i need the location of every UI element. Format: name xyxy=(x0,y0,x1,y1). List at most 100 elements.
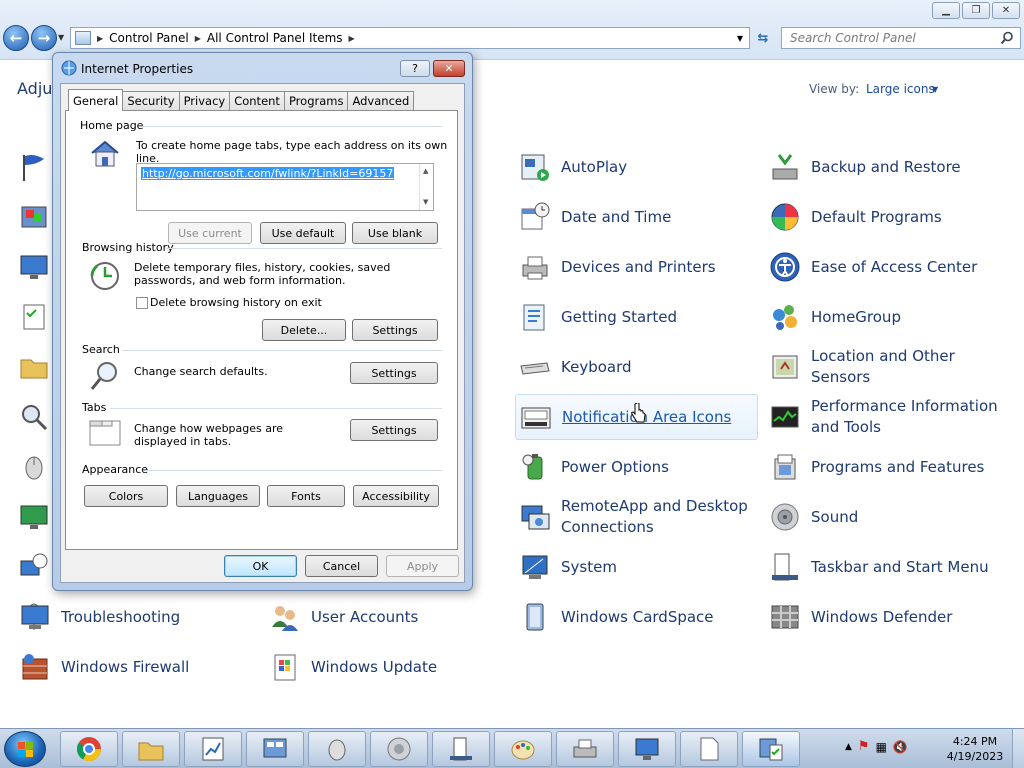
back-button[interactable]: ← xyxy=(3,25,29,51)
address-bar[interactable]: ▶ Control Panel ▶ All Control Panel Item… xyxy=(70,27,750,49)
cancel-button[interactable]: Cancel xyxy=(305,555,378,577)
taskbar-sound[interactable] xyxy=(370,731,428,767)
region-clock-icon[interactable] xyxy=(18,551,50,583)
scroll-down-icon[interactable]: ▼ xyxy=(423,198,428,206)
colors-button[interactable]: Colors xyxy=(84,485,168,507)
cp-item-windows-defender[interactable]: Windows Defender xyxy=(765,594,1005,640)
taskbar-control-panel[interactable] xyxy=(246,731,304,767)
breadcrumb-all-items[interactable]: All Control Panel Items xyxy=(207,31,343,45)
cp-item-keyboard[interactable]: Keyboard xyxy=(515,344,755,390)
delete-on-exit-label[interactable]: Delete browsing history on exit xyxy=(150,296,322,309)
taskbar-chrome[interactable] xyxy=(60,731,118,767)
taskbar-mouse[interactable] xyxy=(308,731,366,767)
history-settings-button[interactable]: Settings xyxy=(352,319,438,341)
cp-item-ease-of-access[interactable]: Ease of Access Center xyxy=(765,244,1005,290)
taskbar-clock[interactable]: 4:24 PM 4/19/2023 xyxy=(940,734,1010,764)
accessibility-button[interactable]: Accessibility xyxy=(353,485,439,507)
cp-item-windows-firewall[interactable]: Windows Firewall xyxy=(15,644,255,690)
cp-item-cardspace[interactable]: Windows CardSpace xyxy=(515,594,755,640)
taskbar-server[interactable] xyxy=(432,731,490,767)
personalization-icon[interactable] xyxy=(18,501,50,533)
color-management-icon[interactable] xyxy=(18,201,50,233)
restore-button[interactable]: ❐ xyxy=(962,2,990,19)
taskbar-printer[interactable] xyxy=(556,731,614,767)
show-desktop-button[interactable] xyxy=(1012,729,1024,768)
taskbar-document[interactable] xyxy=(680,731,738,767)
start-button[interactable] xyxy=(4,731,46,767)
network-icon[interactable]: ▦ xyxy=(876,740,887,754)
volume-muted-icon[interactable]: 🔇 xyxy=(893,740,908,754)
fonts-button[interactable]: Fonts xyxy=(267,485,345,507)
delete-on-exit-checkbox[interactable] xyxy=(136,297,148,309)
use-blank-button[interactable]: Use blank xyxy=(352,222,438,244)
checklist-icon[interactable] xyxy=(18,301,50,333)
taskbar-monitor[interactable] xyxy=(618,731,676,767)
ok-button[interactable]: OK xyxy=(224,555,297,577)
action-center-flag-icon[interactable] xyxy=(18,151,50,183)
cp-item-backup-restore[interactable]: Backup and Restore xyxy=(765,144,1005,190)
languages-button[interactable]: Languages xyxy=(176,485,260,507)
tabs-settings-button[interactable]: Settings xyxy=(350,419,438,441)
forward-button[interactable]: → xyxy=(31,25,57,51)
home-page-url[interactable]: http://go.microsoft.com/fwlink/?LinkId=6… xyxy=(141,167,395,180)
cp-item-performance[interactable]: Performance Information and Tools xyxy=(765,394,1005,440)
recent-pages-dropdown[interactable]: ▼ xyxy=(58,33,64,42)
cp-item-programs-features[interactable]: Programs and Features xyxy=(765,444,1005,490)
delete-history-button[interactable]: Delete... xyxy=(262,319,346,341)
cp-item-remoteapp[interactable]: RemoteApp and Desktop Connections xyxy=(515,494,755,540)
home-page-textarea[interactable]: http://go.microsoft.com/fwlink/?LinkId=6… xyxy=(136,163,434,211)
cp-item-homegroup[interactable]: HomeGroup xyxy=(765,294,1005,340)
display-icon[interactable] xyxy=(18,251,50,283)
cp-item-location-sensors[interactable]: Location and Other Sensors xyxy=(765,344,1005,390)
scroll-up-icon[interactable]: ▲ xyxy=(423,167,428,175)
cp-item-devices-printers[interactable]: Devices and Printers xyxy=(515,244,755,290)
search-icon[interactable] xyxy=(1000,31,1014,45)
cp-item-troubleshooting[interactable]: Troubleshooting xyxy=(15,594,255,640)
show-hidden-icons-icon[interactable]: ▲ xyxy=(845,742,852,752)
taskbar-paint[interactable] xyxy=(494,731,552,767)
view-by-caret-icon[interactable]: ▼ xyxy=(932,85,938,94)
taskbar-paint-chart[interactable] xyxy=(184,731,242,767)
search-settings-button[interactable]: Settings xyxy=(350,362,438,384)
folder-options-icon[interactable] xyxy=(18,351,50,383)
taskbar-explorer[interactable] xyxy=(122,731,180,767)
cp-item-user-accounts[interactable]: User Accounts xyxy=(265,594,505,640)
chevron-right-icon[interactable]: ▶ xyxy=(349,34,355,43)
cp-item-autoplay[interactable]: AutoPlay xyxy=(515,144,755,190)
mouse-icon[interactable] xyxy=(18,451,50,483)
breadcrumb-control-panel[interactable]: Control Panel xyxy=(109,31,189,45)
cp-item-power-options[interactable]: Power Options xyxy=(515,444,755,490)
use-current-button[interactable]: Use current xyxy=(168,222,252,244)
tab-programs[interactable]: Programs xyxy=(283,91,349,110)
search-input[interactable]: Search Control Panel xyxy=(781,27,1021,49)
cp-item-taskbar-start[interactable]: Taskbar and Start Menu xyxy=(765,544,1005,590)
minimize-button[interactable]: ▁ xyxy=(932,2,960,19)
cp-item-system[interactable]: System xyxy=(515,544,755,590)
indexing-options-icon[interactable] xyxy=(18,401,50,433)
help-button[interactable]: ? xyxy=(400,60,430,77)
tab-content[interactable]: Content xyxy=(229,91,285,110)
tab-privacy[interactable]: Privacy xyxy=(178,91,231,110)
tab-advanced[interactable]: Advanced xyxy=(347,91,415,110)
chevron-right-icon[interactable]: ▶ xyxy=(195,34,201,43)
taskbar-control-panel-active[interactable] xyxy=(742,731,800,767)
address-dropdown-icon[interactable]: ▼ xyxy=(737,34,743,43)
tab-security[interactable]: Security xyxy=(122,91,180,110)
tab-general[interactable]: General xyxy=(68,89,124,111)
action-center-flag-icon[interactable]: ⚑ xyxy=(858,739,870,754)
cp-item-windows-update[interactable]: Windows Update xyxy=(265,644,505,690)
home-page-scrollbar[interactable]: ▲ ▼ xyxy=(419,164,433,210)
cp-item-sound[interactable]: Sound xyxy=(765,494,1005,540)
close-button[interactable]: ✕ xyxy=(992,2,1020,19)
cp-item-label: Windows CardSpace xyxy=(561,607,714,626)
refresh-button[interactable]: ⇆ xyxy=(752,27,774,49)
use-default-button[interactable]: Use default xyxy=(260,222,346,244)
chevron-right-icon[interactable]: ▶ xyxy=(97,34,103,43)
cp-item-default-programs[interactable]: Default Programs xyxy=(765,194,1005,240)
clock-time: 4:24 PM xyxy=(952,735,998,748)
cp-item-date-time[interactable]: Date and Time xyxy=(515,194,755,240)
apply-button[interactable]: Apply xyxy=(386,555,459,577)
view-by-dropdown[interactable]: Large icons xyxy=(866,82,935,96)
dialog-close-button[interactable]: ✕ xyxy=(433,60,465,77)
cp-item-getting-started[interactable]: Getting Started xyxy=(515,294,755,340)
